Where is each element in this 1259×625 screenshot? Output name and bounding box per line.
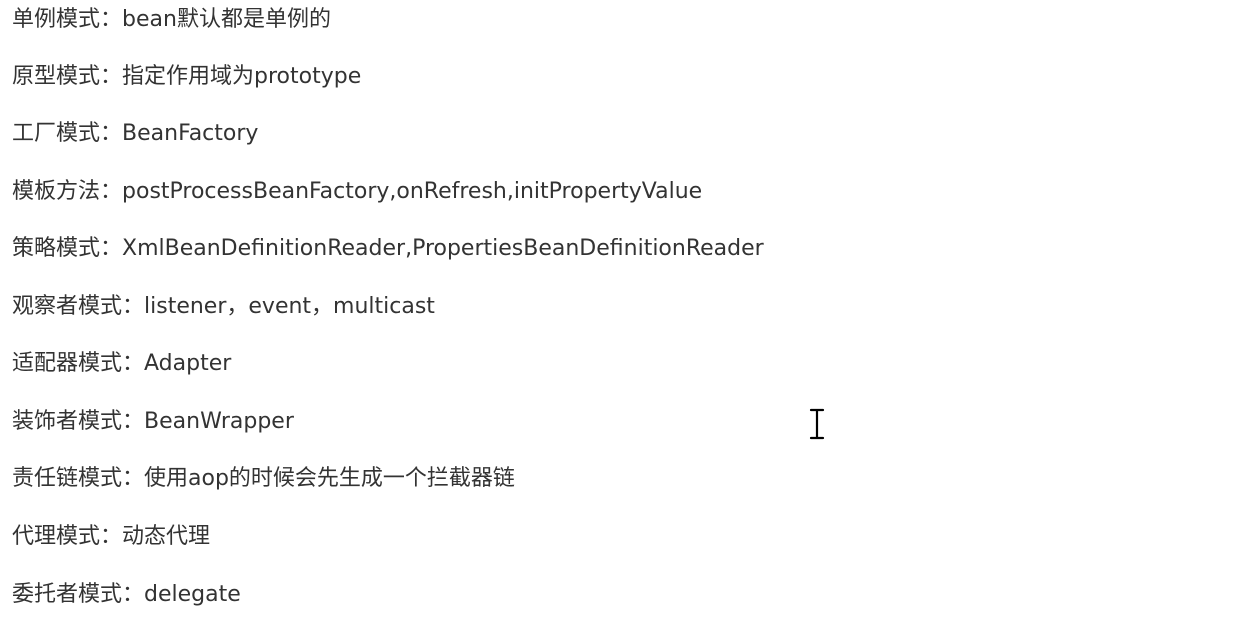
pattern-name: 原型模式：	[12, 64, 123, 89]
pattern-name: 策略模式：	[12, 236, 123, 261]
pattern-description: BeanFactory	[122, 121, 259, 146]
pattern-line-adapter: 适配器模式：Adapter	[12, 344, 231, 384]
text-cursor-icon	[809, 408, 825, 440]
pattern-name: 装饰者模式：	[12, 409, 145, 434]
pattern-line-prototype: 原型模式：指定作用域为prototype	[12, 57, 361, 97]
pattern-description: postProcessBeanFactory,onRefresh,initPro…	[122, 179, 703, 204]
pattern-line-decorator: 装饰者模式：BeanWrapper	[12, 402, 294, 442]
pattern-line-factory: 工厂模式：BeanFactory	[12, 114, 258, 154]
pattern-description: Adapter	[144, 351, 232, 376]
pattern-line-singleton: 单例模式：bean默认都是单例的	[12, 0, 331, 40]
pattern-description: 指定作用域为prototype	[122, 64, 362, 89]
pattern-name: 观察者模式：	[12, 294, 145, 319]
pattern-line-template-method: 模板方法：postProcessBeanFactory,onRefresh,in…	[12, 172, 702, 212]
pattern-name: 模板方法：	[12, 179, 123, 204]
pattern-name: 代理模式：	[12, 524, 123, 549]
pattern-line-chain-of-responsibility: 责任链模式：使用aop的时候会先生成一个拦截器链	[12, 459, 515, 499]
pattern-description: XmlBeanDefinitionReader,PropertiesBeanDe…	[122, 236, 764, 261]
pattern-description: delegate	[144, 582, 241, 607]
pattern-description: bean默认都是单例的	[122, 7, 331, 32]
pattern-name: 适配器模式：	[12, 351, 145, 376]
pattern-line-proxy: 代理模式：动态代理	[12, 517, 210, 557]
pattern-name: 工厂模式：	[12, 121, 123, 146]
pattern-description: BeanWrapper	[144, 409, 294, 434]
pattern-description: 使用aop的时候会先生成一个拦截器链	[144, 466, 515, 491]
pattern-name: 责任链模式：	[12, 466, 145, 491]
pattern-line-strategy: 策略模式：XmlBeanDefinitionReader,PropertiesB…	[12, 229, 764, 269]
pattern-line-observer: 观察者模式：listener，event，multicast	[12, 287, 435, 327]
pattern-description: listener，event，multicast	[144, 294, 435, 319]
pattern-name: 单例模式：	[12, 7, 123, 32]
pattern-line-delegate: 委托者模式：delegate	[12, 575, 241, 615]
pattern-description: 动态代理	[122, 524, 211, 549]
pattern-name: 委托者模式：	[12, 582, 145, 607]
